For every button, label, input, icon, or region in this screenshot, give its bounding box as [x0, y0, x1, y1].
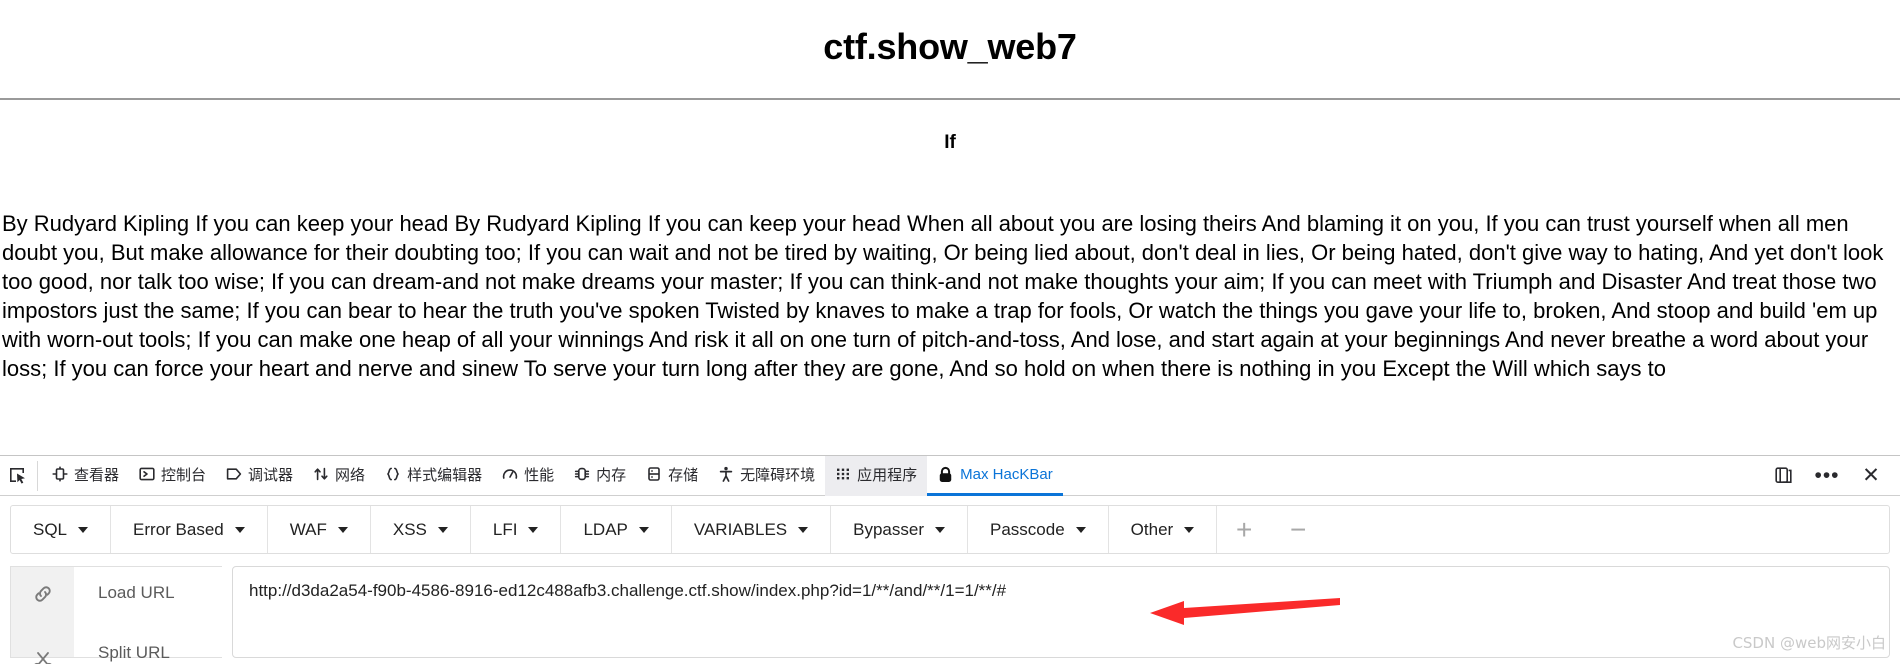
tab-debugger[interactable]: 调试器 — [216, 456, 303, 496]
button-label: LDAP — [583, 519, 628, 539]
tab-label: 调试器 — [248, 466, 294, 484]
tab-inspector[interactable]: 查看器 — [42, 456, 129, 496]
tab-max-hackbar[interactable]: Max HacKBar — [927, 456, 1063, 496]
hackbar-button-ldap[interactable]: LDAP — [561, 506, 672, 553]
devtools-right-controls: ••• ✕ — [1770, 463, 1894, 489]
devtools-tab-list: 查看器 控制台 调试器 网络 样式编辑器 性能 内存 存储 无障碍环境 应用程序… — [42, 455, 1063, 496]
chevron-down-icon — [337, 526, 348, 533]
chevron-down-icon — [638, 526, 649, 533]
split-url-label[interactable]: Split URL — [74, 643, 222, 663]
tab-label: 查看器 — [74, 466, 120, 484]
button-label: VARIABLES — [693, 519, 788, 539]
element-picker-icon[interactable] — [6, 460, 38, 491]
button-label: XSS — [392, 519, 427, 539]
hackbar-button-error-based[interactable]: Error Based — [111, 506, 268, 553]
hackbar-button-bypasser[interactable]: Bypasser — [831, 506, 968, 553]
chevron-down-icon — [1075, 526, 1086, 533]
console-icon — [139, 466, 155, 482]
performance-icon — [502, 466, 518, 482]
chevron-down-icon — [78, 526, 89, 533]
button-label: LFI — [492, 519, 518, 539]
tab-label: 样式编辑器 — [407, 466, 483, 484]
tab-accessibility[interactable]: 无障碍环境 — [708, 456, 825, 496]
devtools-panel: 查看器 控制台 调试器 网络 样式编辑器 性能 内存 存储 无障碍环境 应用程序… — [0, 455, 1900, 664]
web-page-content: ctf.show_web7 If By Rudyard Kipling If y… — [0, 0, 1900, 455]
hackbar-panel: SQL Error Based WAF XSS LFI LDAP VARIABL… — [0, 505, 1900, 664]
more-options-icon[interactable]: ••• — [1814, 463, 1840, 489]
memory-icon — [574, 466, 590, 482]
hackbar-button-waf[interactable]: WAF — [268, 506, 371, 553]
poem-body-text: By Rudyard Kipling If you can keep your … — [2, 211, 1884, 381]
screenshot-root: ctf.show_web7 If By Rudyard Kipling If y… — [0, 0, 1900, 664]
debugger-icon — [226, 466, 242, 482]
csdn-watermark: CSDN @web网安小白 — [1732, 634, 1886, 652]
page-title: ctf.show_web7 — [823, 26, 1077, 67]
tab-label: 网络 — [335, 466, 366, 484]
hackbar-button-xss[interactable]: XSS — [371, 506, 471, 553]
style-editor-icon — [385, 466, 401, 482]
button-label: SQL — [33, 519, 68, 539]
tab-storage[interactable]: 存储 — [636, 456, 708, 496]
accessibility-icon — [718, 466, 734, 482]
button-label: Passcode — [990, 519, 1065, 539]
page-subtitle: If — [944, 132, 956, 153]
devtools-toolbar: 查看器 控制台 调试器 网络 样式编辑器 性能 内存 存储 无障碍环境 应用程序… — [0, 455, 1900, 496]
chevron-down-icon — [437, 526, 448, 533]
tab-label: 控制台 — [161, 466, 207, 484]
tab-application[interactable]: 应用程序 — [825, 455, 928, 496]
chevron-down-icon — [234, 526, 245, 533]
padlock-icon — [937, 466, 954, 483]
remove-row-button[interactable]: − — [1271, 506, 1325, 553]
url-input[interactable]: http://d3da2a54-f90b-4586-8916-ed12c488a… — [232, 566, 1890, 658]
button-label: Bypasser — [853, 519, 924, 539]
tab-label: Max HacKBar — [960, 465, 1053, 483]
tab-label: 无障碍环境 — [740, 466, 816, 484]
hackbar-button-passcode[interactable]: Passcode — [968, 506, 1109, 553]
button-label: WAF — [289, 519, 327, 539]
hackbar-button-lfi[interactable]: LFI — [471, 506, 562, 553]
button-label: Other — [1130, 519, 1174, 539]
scissors-icon[interactable] — [32, 650, 54, 664]
storage-icon — [646, 466, 662, 482]
chevron-down-icon — [1184, 526, 1195, 533]
button-label: Error Based — [133, 519, 224, 539]
chevron-down-icon — [935, 526, 945, 533]
tab-performance[interactable]: 性能 — [492, 456, 564, 496]
close-devtools-icon[interactable]: ✕ — [1858, 463, 1884, 489]
hackbar-action-icons — [10, 566, 74, 664]
hackbar-button-variables[interactable]: VARIABLES — [672, 506, 832, 553]
hackbar-button-other[interactable]: Other — [1109, 506, 1218, 553]
hackbar-row-labels: Load URL Split URL — [74, 566, 222, 662]
network-icon — [313, 466, 329, 482]
load-url-label[interactable]: Load URL — [74, 583, 222, 603]
tab-network[interactable]: 网络 — [303, 456, 375, 496]
dock-toggle-icon[interactable] — [1770, 463, 1796, 489]
tab-console[interactable]: 控制台 — [129, 456, 216, 496]
link-icon[interactable] — [32, 583, 54, 608]
tab-style-editor[interactable]: 样式编辑器 — [375, 456, 492, 496]
application-icon — [835, 466, 851, 482]
tab-label: 内存 — [596, 466, 627, 484]
tab-memory[interactable]: 内存 — [564, 456, 636, 496]
chevron-down-icon — [798, 526, 809, 533]
tab-label: 应用程序 — [857, 466, 918, 484]
chevron-down-icon — [528, 526, 539, 533]
tab-label: 性能 — [524, 466, 555, 484]
hackbar-button-row: SQL Error Based WAF XSS LFI LDAP VARIABL… — [10, 505, 1890, 554]
hackbar-url-row: Load URL Split URL http://d3da2a54-f90b-… — [10, 566, 1890, 664]
add-row-button[interactable]: + — [1217, 506, 1271, 553]
hackbar-button-sql[interactable]: SQL — [11, 506, 112, 553]
tab-label: 存储 — [668, 466, 699, 484]
inspector-icon — [52, 466, 68, 482]
